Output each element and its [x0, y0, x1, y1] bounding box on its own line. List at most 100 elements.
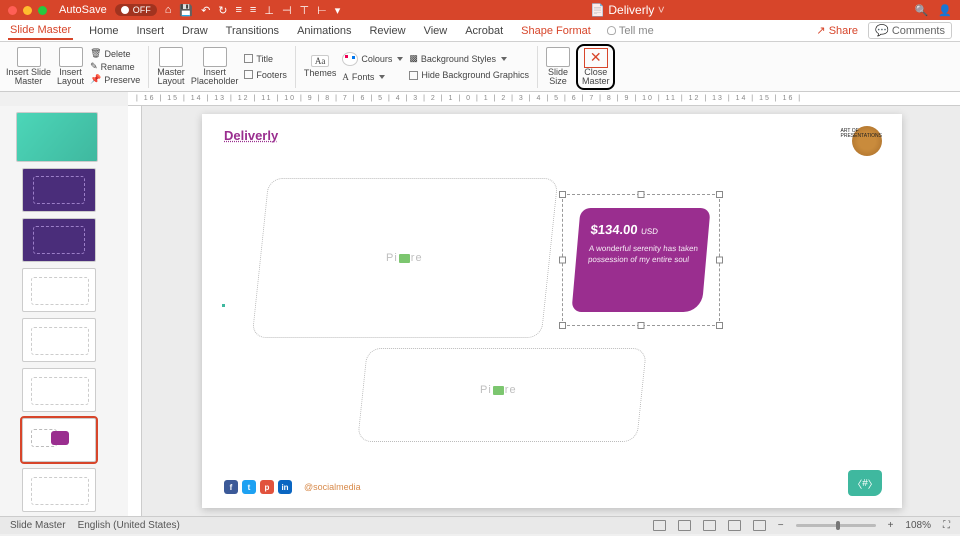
- image-icon: [399, 254, 410, 263]
- twitter-icon[interactable]: t: [242, 480, 256, 494]
- fonts-dropdown[interactable]: AFonts: [342, 72, 403, 82]
- zoom-out-button[interactable]: −: [778, 520, 784, 531]
- sorter-view-icon[interactable]: [703, 520, 716, 531]
- minimize-window-icon[interactable]: [23, 6, 32, 15]
- placeholder-text: Pire: [386, 252, 423, 264]
- home-icon[interactable]: ⌂: [165, 4, 172, 16]
- close-icon: ✕: [584, 48, 608, 68]
- linkedin-icon[interactable]: in: [278, 480, 292, 494]
- qa-icon1[interactable]: ≡: [236, 4, 242, 16]
- insert-layout-button[interactable]: Insert Layout: [57, 47, 84, 86]
- tab-transitions[interactable]: Transitions: [224, 23, 281, 39]
- resize-handle[interactable]: [716, 322, 723, 329]
- layout-thumbnail-selected[interactable]: [22, 418, 96, 462]
- tab-acrobat[interactable]: Acrobat: [463, 23, 505, 39]
- layout-thumbnail[interactable]: [22, 268, 96, 312]
- layout-thumbnail[interactable]: [22, 468, 96, 512]
- palette-icon: [342, 52, 358, 66]
- status-language[interactable]: English (United States): [78, 520, 180, 531]
- tab-draw[interactable]: Draw: [180, 23, 210, 39]
- qa-icon2[interactable]: ≡: [250, 4, 256, 16]
- maximize-window-icon[interactable]: [38, 6, 47, 15]
- resize-handle[interactable]: [559, 322, 566, 329]
- tab-shape-format[interactable]: Shape Format: [519, 23, 593, 39]
- social-icons: f t p in @socialmedia: [224, 480, 361, 494]
- rename-button[interactable]: ✎Rename: [90, 61, 140, 72]
- insert-placeholder-button[interactable]: Insert Placeholder: [191, 47, 239, 86]
- tab-review[interactable]: Review: [367, 23, 407, 39]
- master-thumbnail[interactable]: [16, 112, 98, 162]
- autosave-toggle[interactable]: OFF: [115, 4, 157, 16]
- delete-button[interactable]: 🗑Delete: [90, 48, 140, 59]
- qa-icon5[interactable]: ⊤: [300, 4, 310, 17]
- tab-animations[interactable]: Animations: [295, 23, 353, 39]
- resize-handle[interactable]: [559, 257, 566, 264]
- ruler-vertical: [128, 106, 142, 516]
- themes-button[interactable]: AaThemes: [304, 55, 337, 78]
- undo-icon[interactable]: ↶: [201, 4, 210, 17]
- tell-me[interactable]: Tell me: [607, 25, 654, 37]
- status-mode: Slide Master: [10, 520, 66, 531]
- normal-view-icon[interactable]: [678, 520, 691, 531]
- search-icon[interactable]: 🔍: [915, 4, 929, 17]
- insert-slide-master-button[interactable]: Insert Slide Master: [6, 47, 51, 86]
- master-layout-button[interactable]: Master Layout: [157, 47, 185, 86]
- image-icon: [493, 386, 504, 395]
- canvas-area[interactable]: 1 Once done with all the changes, click …: [128, 106, 960, 516]
- colours-dropdown[interactable]: Colours: [342, 52, 403, 66]
- reading-view-icon[interactable]: [728, 520, 741, 531]
- resize-handle[interactable]: [638, 191, 645, 198]
- close-master-button[interactable]: ✕ Close Master: [576, 44, 616, 90]
- facebook-icon[interactable]: f: [224, 480, 238, 494]
- slide-size-button[interactable]: Slide Size: [546, 47, 570, 86]
- price-description: A wonderful serenity has taken possessio…: [588, 243, 700, 265]
- document-title: 📄 Deliverly ˅: [340, 3, 914, 17]
- bulb-icon: [607, 26, 616, 35]
- tab-insert[interactable]: Insert: [134, 23, 166, 39]
- save-icon[interactable]: 💾: [179, 4, 193, 17]
- ribbon: Insert Slide Master Insert Layout 🗑Delet…: [0, 42, 960, 92]
- thumbnails-panel[interactable]: [0, 106, 128, 516]
- logo: ART OFPRESENTATIONS: [838, 126, 882, 156]
- resize-handle[interactable]: [716, 191, 723, 198]
- slideshow-view-icon[interactable]: [753, 520, 766, 531]
- qa-icon6[interactable]: ⊢: [317, 4, 327, 17]
- resize-handle[interactable]: [638, 322, 645, 329]
- window-controls[interactable]: [8, 6, 47, 15]
- selected-shape[interactable]: $134.00 USD A wonderful serenity has tak…: [570, 202, 712, 318]
- themes-icon: Aa: [311, 55, 330, 67]
- background-styles-dropdown[interactable]: ▩Background Styles: [409, 53, 529, 64]
- close-window-icon[interactable]: [8, 6, 17, 15]
- zoom-in-button[interactable]: +: [888, 520, 894, 531]
- ruler-horizontal: | 16 | 15 | 14 | 13 | 12 | 11 | 10 | 9 |…: [128, 92, 960, 106]
- share-button[interactable]: ↗ Share: [816, 24, 858, 37]
- status-bar: Slide Master English (United States) − +…: [0, 516, 960, 534]
- slide-canvas[interactable]: Deliverly ART OFPRESENTATIONS Pire Pire: [202, 114, 902, 508]
- account-icon[interactable]: 👤: [938, 4, 952, 17]
- layout-thumbnail[interactable]: [22, 368, 96, 412]
- resize-handle[interactable]: [559, 191, 566, 198]
- autosave-label: AutoSave: [59, 4, 107, 16]
- resize-handle[interactable]: [716, 257, 723, 264]
- comments-button[interactable]: 💬 Comments: [868, 22, 952, 39]
- chevron-down-icon: [501, 57, 507, 61]
- tab-view[interactable]: View: [422, 23, 450, 39]
- hide-bg-graphics-checkbox[interactable]: Hide Background Graphics: [409, 70, 529, 80]
- layout-thumbnail[interactable]: [22, 168, 96, 212]
- redo-icon[interactable]: ↻: [218, 4, 227, 17]
- tab-home[interactable]: Home: [87, 23, 120, 39]
- qa-icon4[interactable]: ⊣: [282, 4, 292, 17]
- tab-slide-master[interactable]: Slide Master: [8, 22, 73, 40]
- notes-view-icon[interactable]: [653, 520, 666, 531]
- fit-to-window-icon[interactable]: ⛶: [943, 520, 950, 531]
- tab-bar: Slide Master Home Insert Draw Transition…: [0, 20, 960, 42]
- zoom-slider[interactable]: [796, 524, 876, 527]
- preserve-button[interactable]: 📌Preserve: [90, 74, 140, 85]
- title-checkbox[interactable]: Title: [244, 54, 287, 64]
- zoom-level[interactable]: 108%: [905, 520, 931, 531]
- footers-checkbox[interactable]: Footers: [244, 70, 287, 80]
- qa-icon3[interactable]: ⊥: [264, 4, 274, 17]
- layout-thumbnail[interactable]: [22, 318, 96, 362]
- pinterest-icon[interactable]: p: [260, 480, 274, 494]
- layout-thumbnail[interactable]: [22, 218, 96, 262]
